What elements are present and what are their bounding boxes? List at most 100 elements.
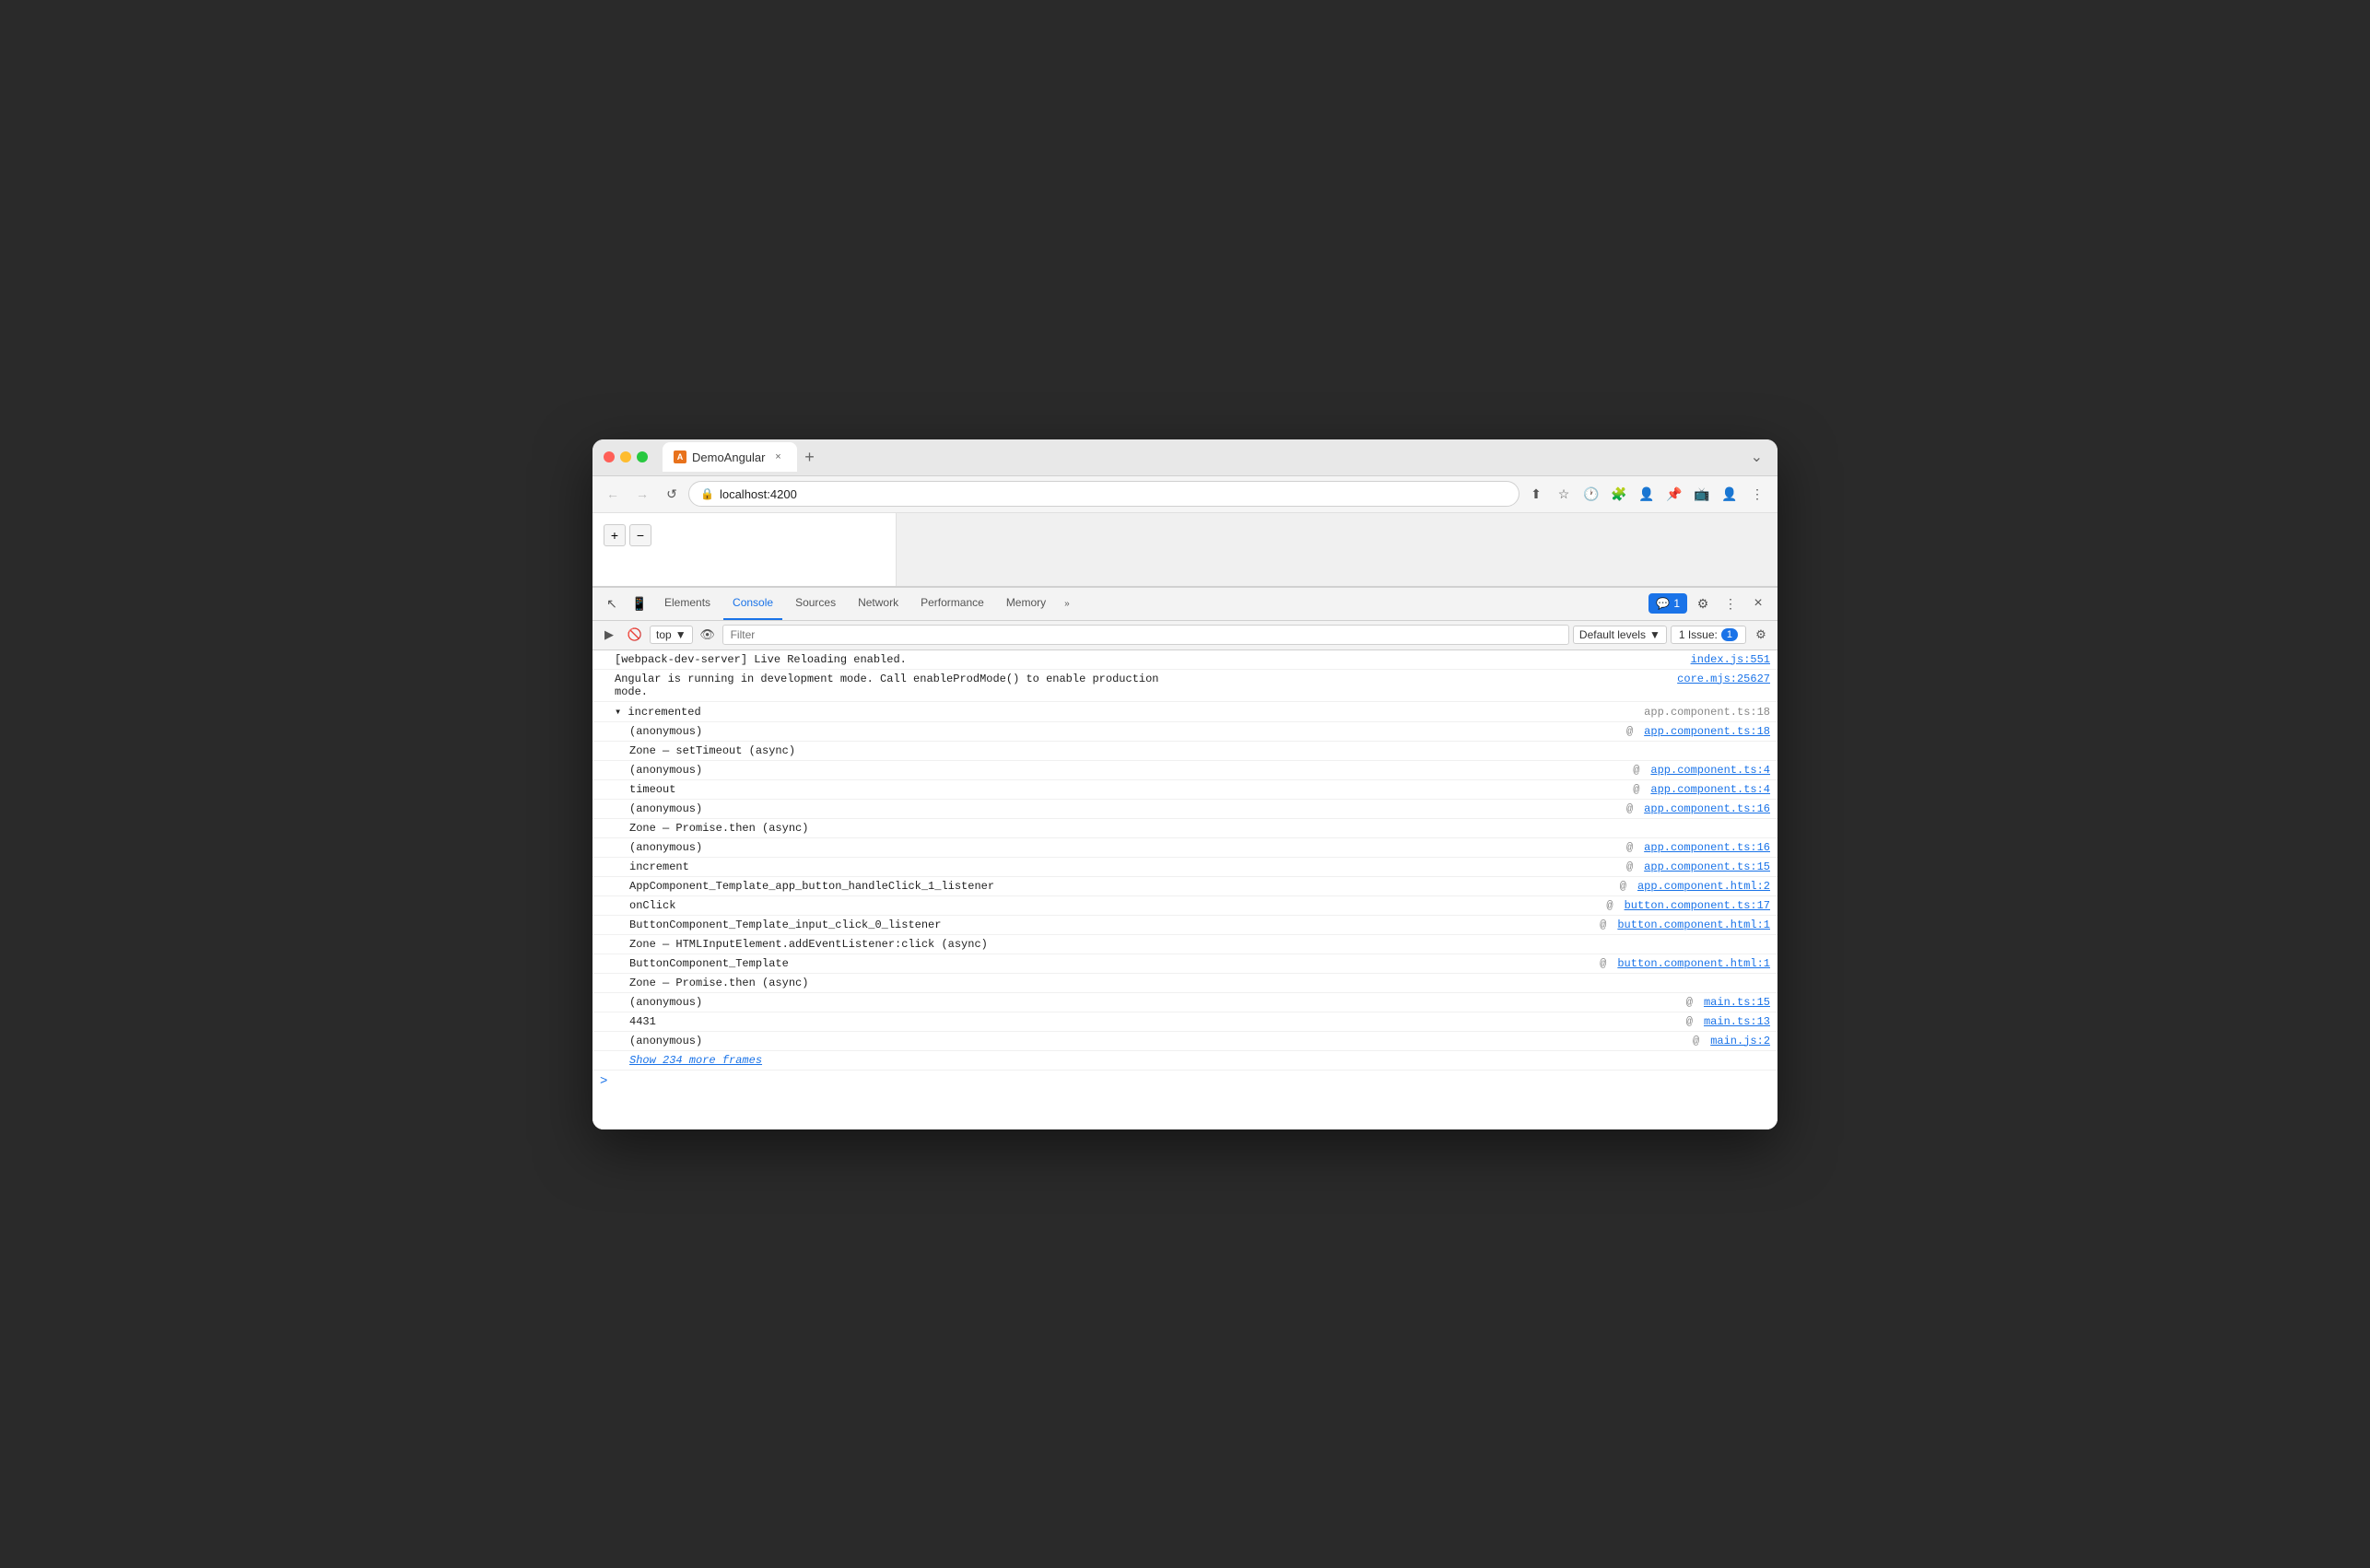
browser-tab[interactable]: A DemoAngular × [663, 442, 797, 472]
new-tab-button[interactable]: + [797, 444, 823, 470]
zoom-in-button[interactable]: + [604, 524, 626, 546]
zoom-out-button[interactable]: − [629, 524, 651, 546]
cast-icon[interactable]: 📺 [1689, 481, 1715, 507]
share-icon[interactable]: ⬆ [1523, 481, 1549, 507]
extensions-icon[interactable]: 🧩 [1606, 481, 1632, 507]
console-link-20[interactable]: main.js:2 [1710, 1035, 1770, 1047]
at-sign: @ [1626, 802, 1633, 815]
tab-console[interactable]: Console [723, 587, 782, 620]
forward-button[interactable]: → [629, 481, 655, 507]
console-row: (anonymous) @ main.ts:15 [592, 993, 1778, 1012]
devtools-toolbar: ↖ 📱 Elements Console Sources Network Per… [592, 588, 1778, 621]
execute-button[interactable]: ▶ [598, 624, 620, 646]
console-entry-15: Zone — HTMLInputElement.addEventListener… [629, 938, 1770, 951]
reload-button[interactable]: ↺ [659, 481, 685, 507]
devtools-device-icon[interactable]: 📱 [628, 591, 651, 615]
console-entry-14: ButtonComponent_Template_input_click_0_l… [629, 919, 1115, 931]
console-link-7[interactable]: app.component.ts:4 [1650, 783, 1770, 796]
devtools-cursor-icon[interactable]: ↖ [600, 591, 624, 615]
main-content: + − ↖ 📱 Elements Console Sources Ne [592, 513, 1778, 1129]
console-entry-4: (anonymous) [629, 725, 1128, 738]
block-button[interactable]: 🚫 [624, 624, 646, 646]
console-link-4[interactable]: app.component.ts:18 [1644, 725, 1770, 738]
close-traffic-light[interactable] [604, 451, 615, 462]
browser-window: A DemoAngular × + ⌄ ← → ↺ 🔒 localhost:42… [592, 439, 1778, 1129]
console-link-14[interactable]: button.component.html:1 [1617, 919, 1770, 931]
top-selector[interactable]: top ▼ [650, 626, 693, 644]
devtools-more-button[interactable]: ⋮ [1719, 591, 1742, 615]
back-button[interactable]: ← [600, 481, 626, 507]
console-link-8[interactable]: app.component.ts:16 [1644, 802, 1770, 815]
menu-icon[interactable]: ⋮ [1744, 481, 1770, 507]
console-row: timeout @ app.component.ts:4 [592, 780, 1778, 800]
tab-elements[interactable]: Elements [655, 587, 720, 620]
tab-performance[interactable]: Performance [911, 587, 993, 620]
default-levels-button[interactable]: Default levels ▼ [1573, 626, 1667, 644]
console-prompt: > [592, 1071, 1778, 1093]
console-row: 4431 @ main.ts:13 [592, 1012, 1778, 1032]
console-entry-11: increment [629, 860, 1128, 873]
console-entry-5: Zone — setTimeout (async) [629, 744, 1770, 757]
console-settings-button[interactable]: ⚙ [1750, 624, 1772, 646]
at-sign: @ [1633, 764, 1639, 777]
console-row-expandable: ▾ incremented app.component.ts:18 [592, 702, 1778, 722]
at-sign: @ [1626, 841, 1633, 854]
tab-title: DemoAngular [692, 451, 766, 464]
bookmark-icon[interactable]: ☆ [1551, 481, 1577, 507]
console-link-12[interactable]: app.component.html:2 [1637, 880, 1770, 893]
console-row: Zone — Promise.then (async) [592, 819, 1778, 838]
console-link-16[interactable]: button.component.html:1 [1617, 957, 1770, 970]
eye-button[interactable]: 👁 [697, 624, 719, 646]
console-entry-6: (anonymous) [629, 764, 1132, 777]
console-row: onClick @ button.component.ts:17 [592, 896, 1778, 916]
devtools-panel: ↖ 📱 Elements Console Sources Network Per… [592, 587, 1778, 1129]
console-row: Zone — Promise.then (async) [592, 974, 1778, 993]
console-row: AppComponent_Template_app_button_handleC… [592, 877, 1778, 896]
url-bar[interactable]: 🔒 localhost:4200 [688, 481, 1519, 507]
devtools-close-button[interactable]: × [1746, 591, 1770, 615]
page-area: + − [592, 513, 897, 586]
tab-memory[interactable]: Memory [997, 587, 1055, 620]
console-link-2[interactable]: core.mjs:25627 [1677, 673, 1770, 685]
issue-label: 1 Issue: [1679, 628, 1718, 641]
show-more-link[interactable]: Show 234 more frames [629, 1054, 762, 1067]
console-row: Zone — setTimeout (async) [592, 742, 1778, 761]
console-row-show-more: Show 234 more frames [592, 1051, 1778, 1071]
minimize-traffic-light[interactable] [620, 451, 631, 462]
devtools-settings-button[interactable]: ⚙ [1691, 591, 1715, 615]
pin-icon[interactable]: 📌 [1661, 481, 1687, 507]
at-sign: @ [1686, 996, 1693, 1009]
console-entry-16: ButtonComponent_Template [629, 957, 1115, 970]
tab-close-button[interactable]: × [771, 450, 786, 464]
console-entry-13: onClick [629, 899, 1118, 912]
chat-badge-button[interactable]: 💬 1 [1648, 593, 1687, 614]
console-toolbar: ▶ 🚫 top ▼ 👁 Default levels ▼ 1 Issue: 1 … [592, 621, 1778, 650]
console-content: [webpack-dev-server] Live Reloading enab… [592, 650, 1778, 1129]
console-entry-17: Zone — Promise.then (async) [629, 977, 1770, 989]
tab-bar: A DemoAngular × + ⌄ [663, 442, 1766, 472]
at-sign: @ [1606, 899, 1613, 912]
console-link-11[interactable]: app.component.ts:15 [1644, 860, 1770, 873]
console-row: ButtonComponent_Template @ button.compon… [592, 954, 1778, 974]
console-link-6[interactable]: app.component.ts:4 [1650, 764, 1770, 777]
console-entry-12: AppComponent_Template_app_button_handleC… [629, 880, 1124, 893]
tab-sources[interactable]: Sources [786, 587, 845, 620]
at-sign: @ [1600, 957, 1606, 970]
maximize-traffic-light[interactable] [637, 451, 648, 462]
console-link-19[interactable]: main.ts:13 [1704, 1015, 1770, 1028]
console-link-1[interactable]: index.js:551 [1691, 653, 1770, 666]
console-link-18[interactable]: main.ts:15 [1704, 996, 1770, 1009]
issue-badge[interactable]: 1 Issue: 1 [1671, 626, 1746, 644]
tab-chevron[interactable]: ⌄ [1747, 444, 1766, 470]
filter-input[interactable] [722, 625, 1569, 645]
tab-network[interactable]: Network [849, 587, 908, 620]
console-link-10[interactable]: app.component.ts:16 [1644, 841, 1770, 854]
nav-icons-right: ⬆ ☆ 🕐 🧩 👤 📌 📺 👤 ⋮ [1523, 481, 1770, 507]
console-link-13[interactable]: button.component.ts:17 [1625, 899, 1770, 912]
at-sign: @ [1693, 1035, 1699, 1047]
profiles-icon[interactable]: 👤 [1634, 481, 1660, 507]
profile-avatar[interactable]: 👤 [1717, 481, 1742, 507]
at-sign: @ [1600, 919, 1606, 931]
history-icon[interactable]: 🕐 [1578, 481, 1604, 507]
more-tabs-button[interactable]: » [1059, 595, 1075, 613]
